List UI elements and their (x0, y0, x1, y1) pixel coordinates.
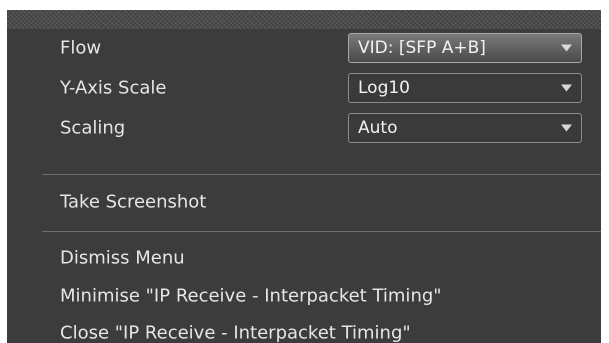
minimise-window-item[interactable]: Minimise "IP Receive - Interpacket Timin… (7, 281, 601, 311)
chevron-down-icon (561, 124, 572, 132)
menu-divider (42, 231, 601, 232)
y-axis-scale-dropdown[interactable]: Log10 (348, 73, 582, 103)
menu-divider (42, 174, 601, 175)
flow-dropdown-value: VID: [SFP A+B] (358, 38, 486, 58)
chevron-down-icon (561, 44, 572, 52)
chevron-down-icon (561, 84, 572, 92)
scaling-setting-row: Scaling Auto (7, 109, 601, 147)
scaling-dropdown-value: Auto (358, 118, 398, 138)
close-window-item[interactable]: Close "IP Receive - Interpacket Timing" (7, 318, 601, 343)
minimise-window-label: Minimise "IP Receive - Interpacket Timin… (60, 285, 442, 307)
context-menu: Flow VID: [SFP A+B] Y-Axis Scale Log10 S… (7, 10, 601, 343)
flow-label: Flow (60, 37, 102, 59)
flow-setting-row: Flow VID: [SFP A+B] (7, 29, 601, 67)
y-axis-scale-label: Y-Axis Scale (60, 77, 167, 99)
take-screenshot-item[interactable]: Take Screenshot (7, 187, 601, 217)
close-window-label: Close "IP Receive - Interpacket Timing" (60, 322, 411, 343)
y-axis-scale-setting-row: Y-Axis Scale Log10 (7, 69, 601, 107)
scaling-dropdown[interactable]: Auto (348, 113, 582, 143)
scaling-label: Scaling (60, 117, 126, 139)
y-axis-scale-dropdown-value: Log10 (358, 78, 410, 98)
menu-header-strip (7, 10, 601, 29)
dismiss-menu-item[interactable]: Dismiss Menu (7, 243, 601, 273)
flow-dropdown[interactable]: VID: [SFP A+B] (348, 33, 582, 63)
take-screenshot-label: Take Screenshot (60, 191, 207, 213)
dismiss-menu-label: Dismiss Menu (60, 247, 185, 269)
page: Flow VID: [SFP A+B] Y-Axis Scale Log10 S… (0, 0, 609, 343)
